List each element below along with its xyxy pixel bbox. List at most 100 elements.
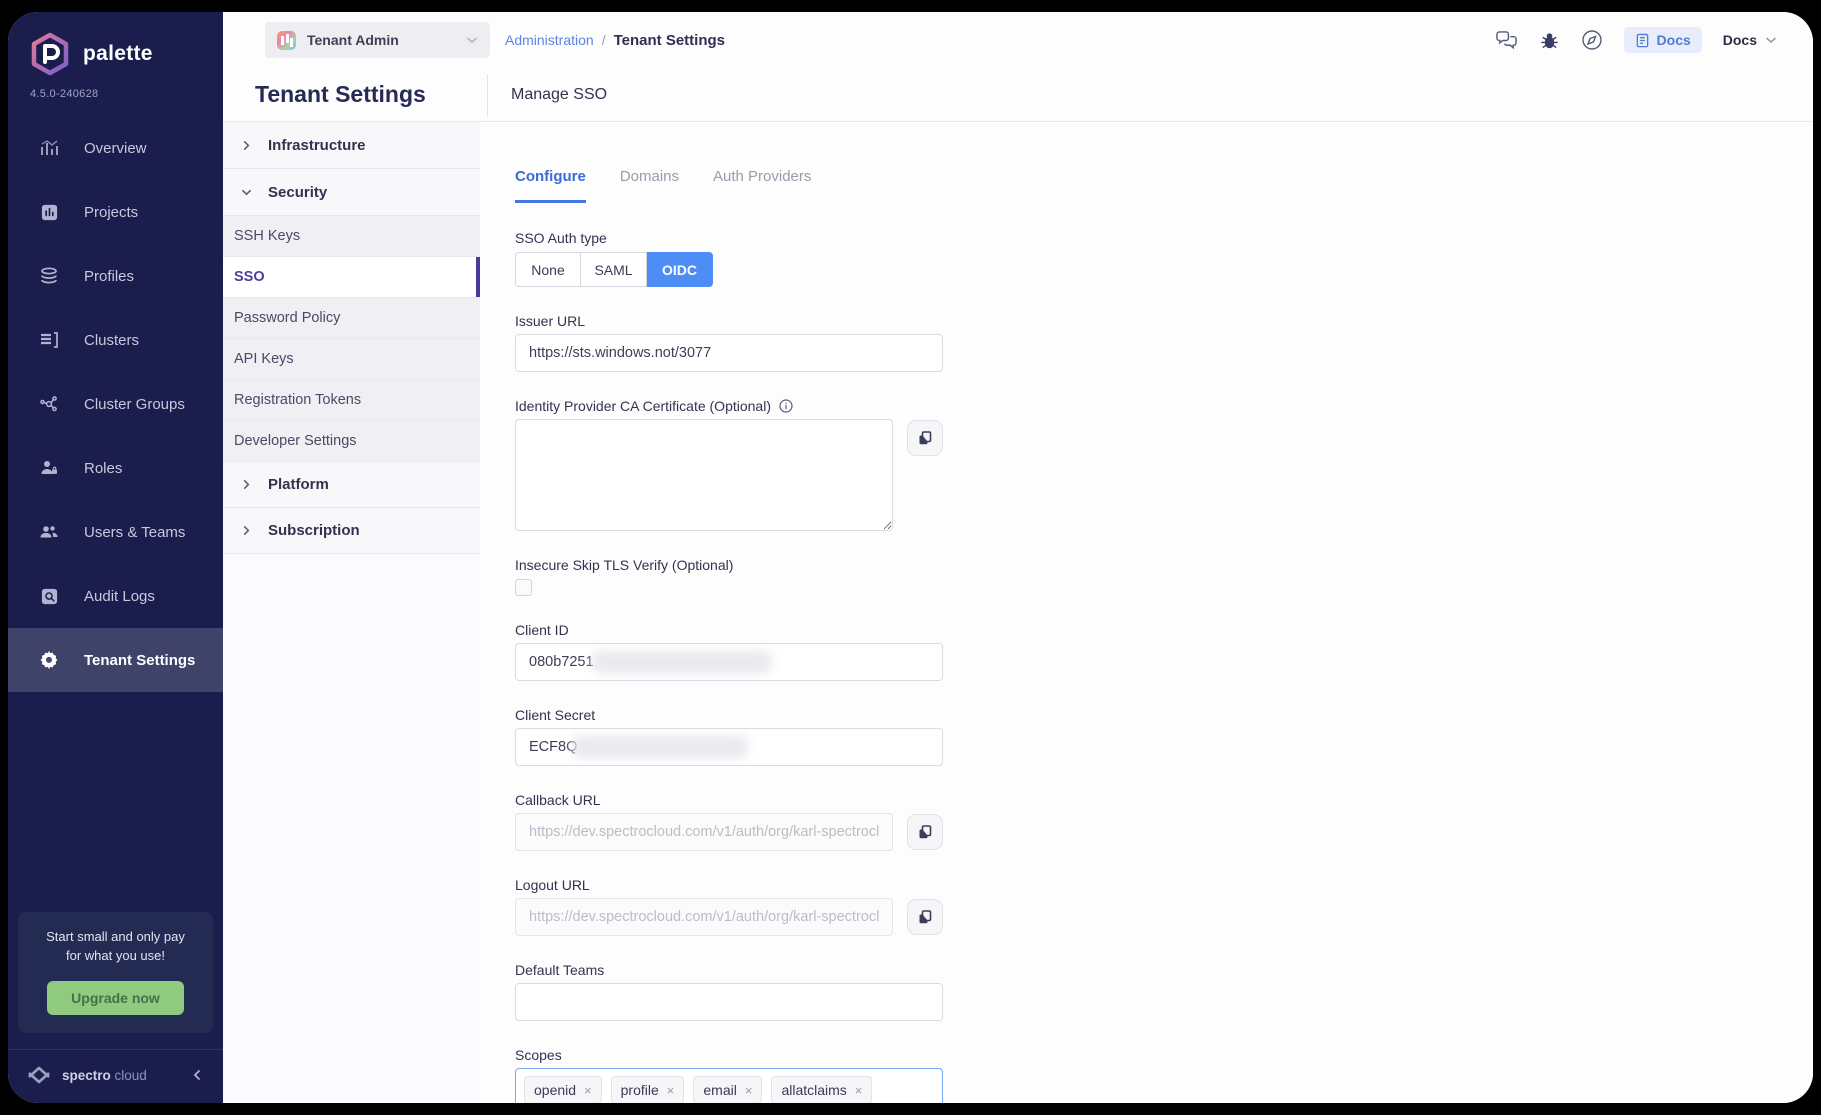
active-indicator-bar <box>476 257 480 297</box>
chevron-down-icon <box>1765 34 1777 46</box>
subnav-item-ssh-keys[interactable]: SSH Keys <box>223 216 480 257</box>
upgrade-now-button[interactable]: Upgrade now <box>47 981 184 1015</box>
spectro-cloud-logo-icon <box>26 1063 52 1087</box>
copy-logout-url-button[interactable] <box>907 899 943 935</box>
page-subtitle: Manage SSO <box>511 86 607 104</box>
feedback-pen-icon[interactable] <box>1581 29 1603 51</box>
copy-icon <box>917 430 933 446</box>
subnav-section-label: Infrastructure <box>268 137 366 154</box>
skip-tls-checkbox[interactable] <box>515 579 532 596</box>
chevron-down-icon <box>466 34 478 46</box>
sidebar-item-projects[interactable]: Projects <box>8 180 223 244</box>
remove-tag-icon[interactable]: × <box>667 1084 675 1097</box>
page-header: Tenant Settings Manage SSO <box>223 68 1813 121</box>
book-icon <box>1635 33 1650 48</box>
subnav-section-platform[interactable]: Platform <box>223 462 480 508</box>
info-icon[interactable] <box>779 399 793 413</box>
docs-dropdown[interactable]: Docs <box>1723 32 1777 48</box>
subnav-section-subscription[interactable]: Subscription <box>223 508 480 554</box>
subnav-section-label: Subscription <box>268 522 360 539</box>
subnav-section-security[interactable]: Security <box>223 169 480 216</box>
bug-report-icon[interactable] <box>1539 30 1560 51</box>
copy-icon <box>917 909 933 925</box>
copy-ca-certificate-button[interactable] <box>907 420 943 456</box>
client-secret-group: Client Secret <box>515 707 943 766</box>
breadcrumb-current: Tenant Settings <box>614 32 725 49</box>
content-row: Infrastructure Security SSH Keys SSO Pas… <box>223 122 1813 1103</box>
upsell-text-line1: Start small and only pay <box>26 928 205 947</box>
subnav-item-registration-tokens[interactable]: Registration Tokens <box>223 380 480 421</box>
sidebar-item-label: Profiles <box>84 268 134 285</box>
upsell-text-line2: for what you use! <box>26 947 205 966</box>
default-teams-input[interactable] <box>515 983 943 1021</box>
ca-certificate-textarea[interactable] <box>515 419 893 531</box>
sidebar-item-profiles[interactable]: Profiles <box>8 244 223 308</box>
breadcrumb-separator: / <box>602 32 606 48</box>
sso-auth-type-segmented-control: None SAML OIDC <box>515 252 713 287</box>
sidebar-footer: spectro cloud <box>8 1049 223 1103</box>
subnav-item-sso[interactable]: SSO <box>223 257 480 298</box>
app-window: palette 4.5.0-240628 Overview Projects <box>8 12 1813 1103</box>
overview-chart-icon <box>38 138 60 158</box>
sidebar-item-tenant-settings[interactable]: Tenant Settings <box>8 628 223 692</box>
sidebar-item-clusters[interactable]: Clusters <box>8 308 223 372</box>
upsell-card: Start small and only pay for what you us… <box>18 912 213 1033</box>
copy-callback-url-button[interactable] <box>907 814 943 850</box>
sidebar-item-label: Projects <box>84 204 138 221</box>
scopes-tag-input[interactable]: openid × profile × email × <box>515 1068 943 1103</box>
sidebar-item-overview[interactable]: Overview <box>8 116 223 180</box>
auth-type-saml-button[interactable]: SAML <box>581 252 647 287</box>
sso-auth-type-group: SSO Auth type None SAML OIDC <box>515 230 943 287</box>
sidebar-item-cluster-groups[interactable]: Cluster Groups <box>8 372 223 436</box>
sidebar-item-audit-logs[interactable]: Audit Logs <box>8 564 223 628</box>
logout-url-group: Logout URL <box>515 877 943 936</box>
default-teams-group: Default Teams <box>515 962 943 1021</box>
sidebar-item-users-teams[interactable]: Users & Teams <box>8 500 223 564</box>
breadcrumb-administration-link[interactable]: Administration <box>505 32 594 48</box>
remove-tag-icon[interactable]: × <box>584 1084 592 1097</box>
issuer-url-group: Issuer URL <box>515 313 943 372</box>
sidebar-item-roles[interactable]: Roles <box>8 436 223 500</box>
collapse-sidebar-button[interactable] <box>191 1069 203 1081</box>
app-version: 4.5.0-240628 <box>8 76 223 100</box>
palette-hexagon-logo-icon <box>30 32 70 76</box>
header-divider <box>487 74 488 116</box>
topbar-actions: Docs Docs <box>1495 27 1777 53</box>
sidebar-item-label: Roles <box>84 460 122 477</box>
tab-auth-providers[interactable]: Auth Providers <box>713 168 811 203</box>
tenant-scope-selector[interactable]: Tenant Admin <box>265 22 490 58</box>
subnav-item-developer-settings[interactable]: Developer Settings <box>223 421 480 462</box>
auth-type-none-button[interactable]: None <box>515 252 581 287</box>
docs-button[interactable]: Docs <box>1624 27 1702 53</box>
subnav-section-infrastructure[interactable]: Infrastructure <box>223 122 480 169</box>
main-column: Tenant Admin Administration / Tenant Set… <box>223 12 1813 1103</box>
scope-tag-openid: openid × <box>524 1076 602 1103</box>
sidebar-item-label: Tenant Settings <box>84 652 195 669</box>
tab-domains[interactable]: Domains <box>620 168 679 203</box>
sidebar: palette 4.5.0-240628 Overview Projects <box>8 12 223 1103</box>
chevron-right-icon <box>241 140 252 151</box>
issuer-url-input[interactable] <box>515 334 943 372</box>
sidebar-item-label: Clusters <box>84 332 139 349</box>
sidebar-item-label: Audit Logs <box>84 588 155 605</box>
tenant-scope-label: Tenant Admin <box>307 32 455 48</box>
breadcrumb: Administration / Tenant Settings <box>505 32 725 49</box>
auth-type-oidc-button[interactable]: OIDC <box>647 252 713 287</box>
gear-icon <box>38 650 60 670</box>
subnav-item-api-keys[interactable]: API Keys <box>223 339 480 380</box>
client-id-label: Client ID <box>515 622 943 638</box>
sidebar-nav: Overview Projects Profiles Clusters <box>8 116 223 692</box>
tab-configure[interactable]: Configure <box>515 168 586 203</box>
sso-configure-form: SSO Auth type None SAML OIDC Issuer URL <box>515 230 943 1103</box>
remove-tag-icon[interactable]: × <box>745 1084 753 1097</box>
subnav-item-label: API Keys <box>234 351 294 367</box>
chat-feedback-icon[interactable] <box>1495 30 1518 51</box>
users-teams-icon <box>38 522 60 542</box>
scope-tag-allatclaims: allatclaims × <box>771 1076 872 1103</box>
remove-tag-icon[interactable]: × <box>855 1084 863 1097</box>
issuer-url-label: Issuer URL <box>515 313 943 329</box>
subnav-item-label: Registration Tokens <box>234 392 361 408</box>
subnav-item-label: SSH Keys <box>234 228 300 244</box>
sidebar-item-label: Cluster Groups <box>84 396 185 413</box>
subnav-item-password-policy[interactable]: Password Policy <box>223 298 480 339</box>
